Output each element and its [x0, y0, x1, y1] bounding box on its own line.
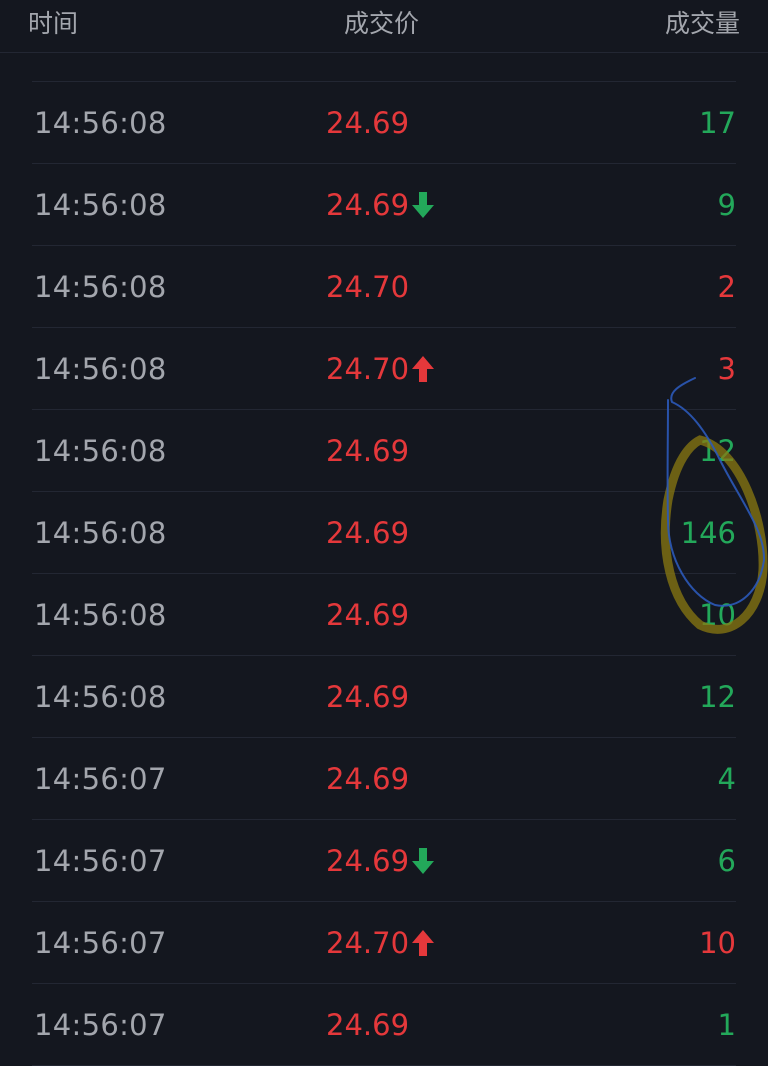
header-time-label: 时间: [28, 9, 79, 38]
table-row[interactable]: 14:56:07 24.69 6: [32, 820, 736, 902]
trade-price: 24.69: [326, 598, 410, 632]
down-arrow-icon: [410, 846, 436, 876]
trade-price: 24.69: [326, 106, 410, 140]
trade-price: 24.69: [326, 1008, 410, 1042]
trade-price: 24.69: [326, 188, 410, 222]
trade-price: 24.69: [326, 680, 410, 714]
trade-volume: 12: [699, 680, 736, 714]
trade-time: 14:56:07: [34, 844, 167, 878]
table-row[interactable]: 14:56:08 24.69 10: [32, 574, 736, 656]
trade-time: 14:56:07: [34, 926, 167, 960]
trade-time: 14:56:08: [34, 516, 167, 550]
trade-time: 14:56:08: [34, 680, 167, 714]
up-arrow-icon: [410, 928, 436, 958]
down-arrow-icon: [410, 190, 436, 220]
trade-price: 24.70: [326, 926, 410, 960]
table-row[interactable]: 14:56:08 24.69 12: [32, 656, 736, 738]
trade-volume: 4: [717, 762, 736, 796]
table-row[interactable]: 14:56:08 24.69 9: [32, 164, 736, 246]
trade-price: 24.70: [326, 270, 410, 304]
trade-time: 14:56:08: [34, 352, 167, 386]
trade-time: 14:56:07: [34, 762, 167, 796]
table-header: 时间 成交价 成交量: [0, 0, 768, 53]
trade-volume: 3: [717, 352, 736, 386]
trade-price: 24.69: [326, 762, 410, 796]
table-row[interactable]: 14:56:08 24.70 2: [32, 246, 736, 328]
trade-price: 24.69: [326, 844, 410, 878]
trade-time: 14:56:08: [34, 188, 167, 222]
trade-volume: 10: [699, 926, 736, 960]
table-row[interactable]: 14:56:07 24.70 10: [32, 902, 736, 984]
table-row[interactable]: 14:56:08 24.69 146: [32, 492, 736, 574]
up-arrow-icon: [410, 354, 436, 384]
trade-volume: 2: [717, 270, 736, 304]
trade-volume: 10: [699, 598, 736, 632]
table-row[interactable]: 14:56:08 24.69 17: [32, 82, 736, 164]
trade-volume: 6: [717, 844, 736, 878]
trade-list[interactable]: 14:56:0724.69714:56:0824.691714:56:0824.…: [32, 0, 736, 1066]
header-volume-label: 成交量: [664, 9, 740, 38]
table-row[interactable]: 14:56:08 24.69 12: [32, 410, 736, 492]
trade-time: 14:56:08: [34, 598, 167, 632]
trade-time: 14:56:08: [34, 106, 167, 140]
table-row[interactable]: 14:56:08 24.70 3: [32, 328, 736, 410]
table-row[interactable]: 14:56:07 24.69 4: [32, 738, 736, 820]
trade-volume: 12: [699, 434, 736, 468]
table-row[interactable]: 14:56:07 24.69 1: [32, 984, 736, 1066]
trade-time: 14:56:08: [34, 270, 167, 304]
trade-price: 24.69: [326, 516, 410, 550]
trade-volume: 1: [717, 1008, 736, 1042]
trade-volume: 9: [717, 188, 736, 222]
header-price-label: 成交价: [344, 9, 420, 38]
trade-time: 14:56:07: [34, 1008, 167, 1042]
trade-price: 24.70: [326, 352, 410, 386]
trade-time: 14:56:08: [34, 434, 167, 468]
trade-volume: 146: [680, 516, 736, 550]
trade-price: 24.69: [326, 434, 410, 468]
trade-volume: 17: [699, 106, 736, 140]
